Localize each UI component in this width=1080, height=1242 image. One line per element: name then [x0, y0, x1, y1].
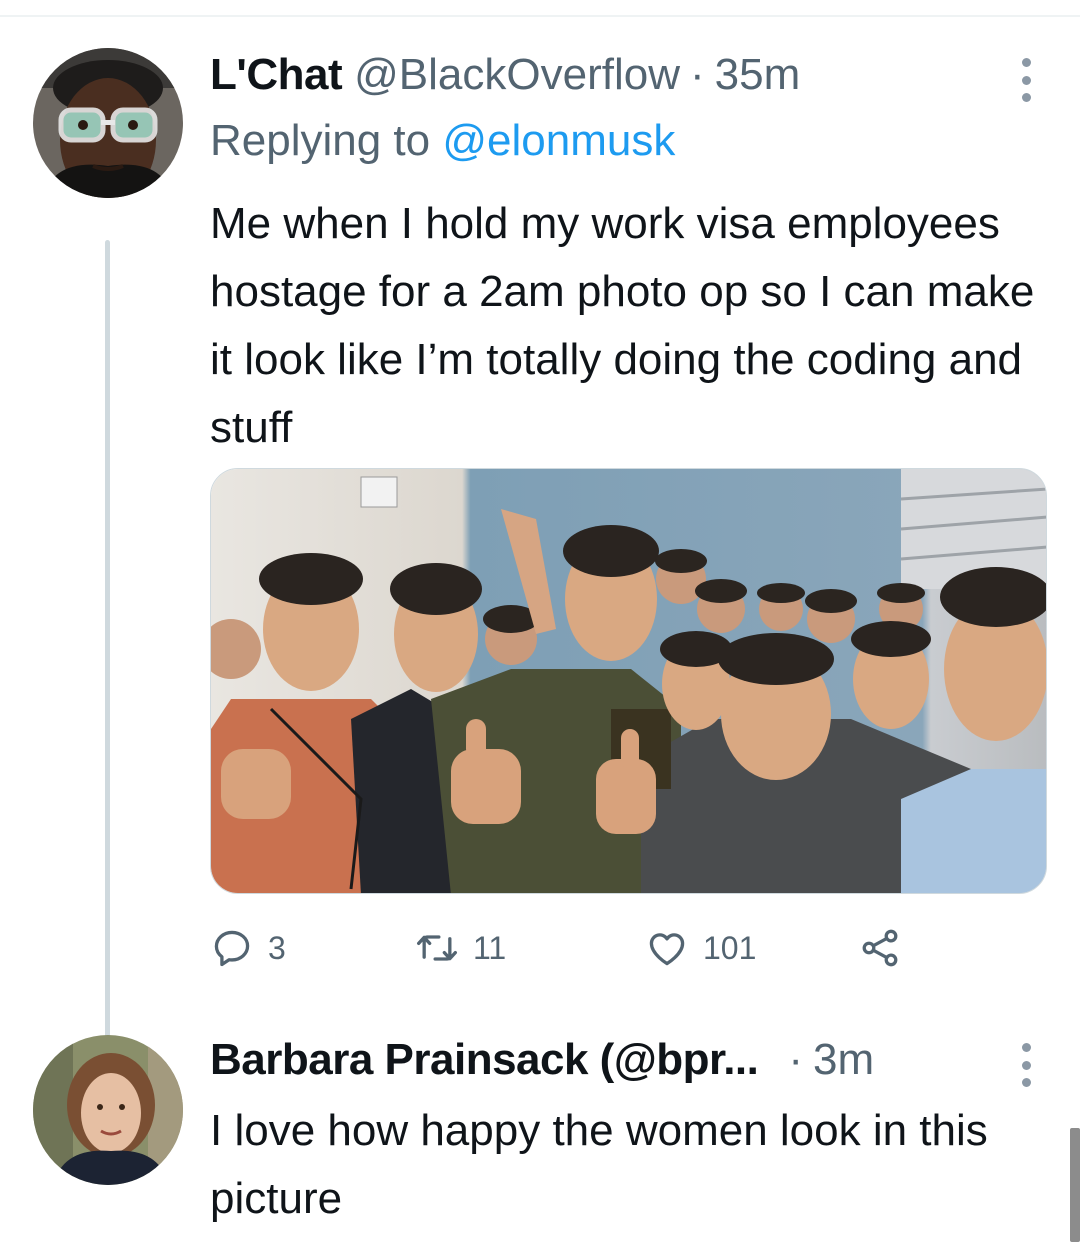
group-photo-icon [211, 469, 1046, 893]
tweet-actions: 3 11 101 [210, 920, 930, 976]
tweet-media-photo[interactable] [210, 468, 1047, 894]
tweet-text: I love how happy the women look in this … [210, 1106, 988, 1223]
separator-dot: · [788, 1035, 804, 1084]
like-button[interactable]: 101 [645, 920, 756, 976]
user-handle[interactable]: @BlackOverflow [354, 50, 680, 100]
retweet-count: 11 [473, 929, 507, 966]
scrollbar-thumb[interactable] [1070, 1128, 1080, 1242]
tweet-header: L'Chat @BlackOverflow · 35m [210, 50, 800, 110]
separator-dot: · [689, 50, 705, 99]
replying-to-line: Replying to @elonmusk [210, 116, 675, 166]
avatar[interactable] [33, 48, 183, 198]
display-name[interactable]: L'Chat [210, 50, 343, 100]
heart-icon [649, 933, 685, 966]
tweet-header: Barbara Prainsack (@bpr... · 3m [210, 1035, 874, 1095]
reply-icon [214, 930, 250, 967]
avatar[interactable] [33, 1035, 183, 1185]
display-name[interactable]: Barbara Prainsack (@bpr... [210, 1035, 759, 1085]
person-with-glasses-avatar-icon [33, 48, 183, 198]
timestamp[interactable]: 3m [813, 1035, 874, 1085]
more-options-icon[interactable] [1022, 58, 1034, 102]
tweet-text: Me when I hold my work visa employees ho… [210, 199, 1035, 452]
reply-count: 3 [268, 929, 286, 966]
retweet-button[interactable]: 11 [415, 920, 506, 976]
replying-to-label: Replying to [210, 116, 431, 165]
share-icon [862, 929, 898, 967]
woman-portrait-avatar-icon [33, 1035, 183, 1185]
more-options-icon[interactable] [1022, 1043, 1034, 1087]
top-divider [0, 15, 1080, 17]
replying-to-mention[interactable]: @elonmusk [442, 116, 675, 165]
share-button[interactable] [858, 920, 902, 976]
timestamp[interactable]: 35m [715, 50, 801, 100]
like-count: 101 [703, 929, 757, 966]
reply-button[interactable]: 3 [210, 920, 286, 976]
retweet-icon [417, 935, 457, 961]
thread-connector-line [105, 240, 110, 1070]
